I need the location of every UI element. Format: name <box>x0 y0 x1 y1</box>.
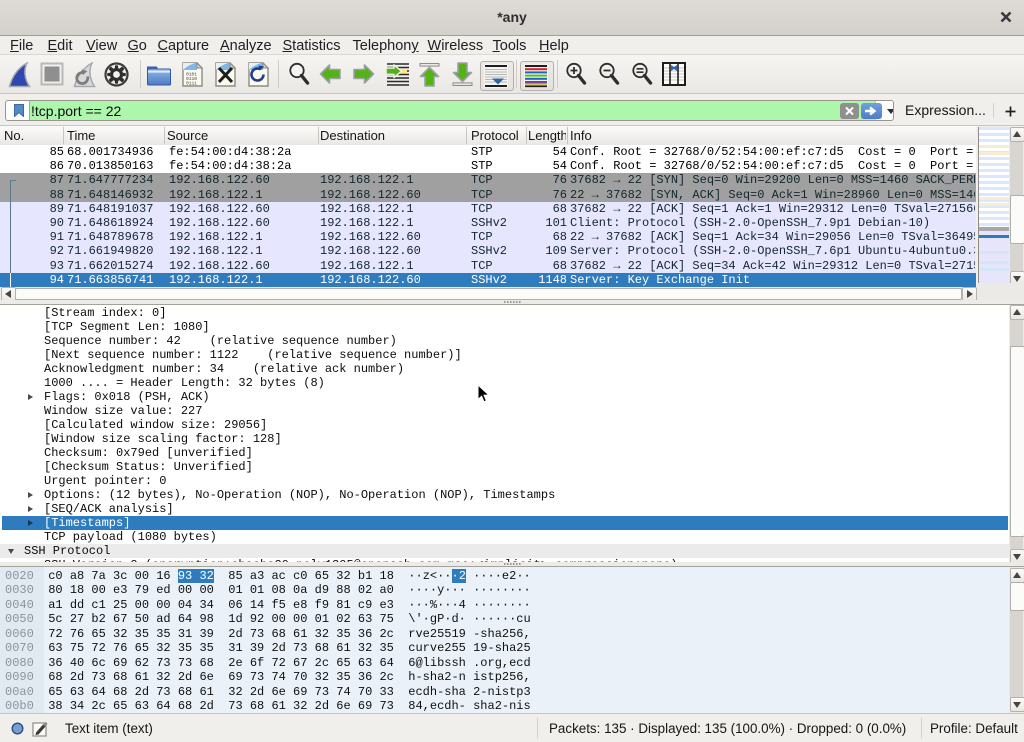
svg-text:0111: 0111 <box>186 81 197 87</box>
